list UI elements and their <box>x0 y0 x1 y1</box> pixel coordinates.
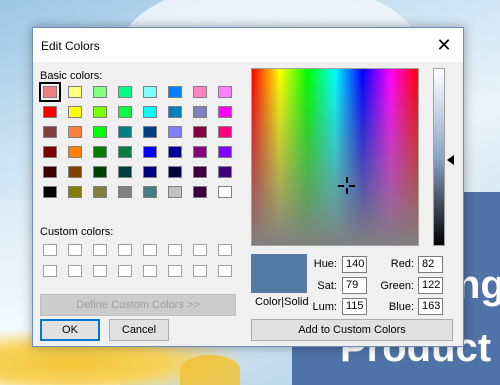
basic-color-swatch[interactable] <box>118 186 132 198</box>
basic-color-swatch[interactable] <box>68 166 82 178</box>
sat-field[interactable]: 79 <box>342 277 367 294</box>
basic-color-swatch[interactable] <box>118 106 132 118</box>
custom-color-swatch[interactable] <box>218 244 232 256</box>
red-label: Red: <box>390 258 414 270</box>
crosshair-icon[interactable] <box>338 177 355 194</box>
basic-color-swatch[interactable] <box>218 126 232 138</box>
green-label: Green: <box>380 280 414 292</box>
define-custom-colors-button[interactable]: Define Custom Colors >> <box>40 294 236 316</box>
basic-color-swatch[interactable] <box>118 86 132 98</box>
basic-color-swatch[interactable] <box>118 166 132 178</box>
sat-label: Sat: <box>317 280 337 292</box>
cancel-button[interactable]: Cancel <box>109 319 169 341</box>
basic-color-swatch[interactable] <box>68 186 82 198</box>
custom-color-swatch[interactable] <box>68 244 82 256</box>
basic-color-swatch[interactable] <box>218 186 232 198</box>
basic-color-swatch[interactable] <box>43 186 57 198</box>
basic-color-swatch[interactable] <box>168 106 182 118</box>
hue-label: Hue: <box>313 258 337 270</box>
lum-label: Lum: <box>312 301 337 313</box>
basic-color-swatch[interactable] <box>168 126 182 138</box>
basic-color-swatch[interactable] <box>143 186 157 198</box>
blue-label: Blue: <box>388 301 414 313</box>
basic-color-swatch[interactable] <box>43 146 57 158</box>
basic-color-swatch[interactable] <box>218 106 232 118</box>
basic-color-swatch[interactable] <box>93 126 107 138</box>
dialog-title: Edit Colors <box>41 39 100 53</box>
gold-leaf-decoration <box>180 355 240 385</box>
edit-colors-dialog: Edit Colors ✕ Basic colors: Custom color… <box>32 27 464 347</box>
color-spectrum-picker[interactable] <box>251 68 419 246</box>
basic-color-swatch[interactable] <box>93 186 107 198</box>
ok-button[interactable]: OK <box>40 319 100 341</box>
basic-color-swatch[interactable] <box>39 82 61 102</box>
basic-color-swatch[interactable] <box>93 166 107 178</box>
basic-color-swatch[interactable] <box>143 166 157 178</box>
basic-color-swatch[interactable] <box>218 86 232 98</box>
basic-color-swatch[interactable] <box>118 146 132 158</box>
basic-color-swatch[interactable] <box>193 186 207 198</box>
basic-color-swatch[interactable] <box>93 106 107 118</box>
basic-color-swatch[interactable] <box>93 146 107 158</box>
basic-color-swatch[interactable] <box>43 126 57 138</box>
basic-color-swatch[interactable] <box>193 86 207 98</box>
green-field[interactable]: 122 <box>418 277 443 294</box>
basic-color-swatch[interactable] <box>168 86 182 98</box>
basic-color-swatch[interactable] <box>168 146 182 158</box>
custom-color-swatch[interactable] <box>143 244 157 256</box>
custom-color-swatch[interactable] <box>118 244 132 256</box>
basic-color-swatch[interactable] <box>93 86 107 98</box>
basic-color-swatch[interactable] <box>43 166 57 178</box>
custom-color-swatch[interactable] <box>193 265 207 277</box>
custom-color-swatch[interactable] <box>143 265 157 277</box>
luminance-slider[interactable] <box>433 68 445 246</box>
add-to-custom-colors-button[interactable]: Add to Custom Colors <box>251 319 453 341</box>
basic-color-swatch[interactable] <box>143 106 157 118</box>
custom-color-swatch[interactable] <box>93 265 107 277</box>
basic-color-swatch[interactable] <box>168 166 182 178</box>
close-icon[interactable]: ✕ <box>428 32 460 58</box>
luminance-arrow-icon[interactable] <box>447 155 454 165</box>
hue-field[interactable]: 140 <box>342 256 367 273</box>
basic-color-swatch[interactable] <box>218 166 232 178</box>
custom-color-swatch[interactable] <box>193 244 207 256</box>
title-bar[interactable]: Edit Colors ✕ <box>33 28 463 62</box>
basic-color-swatch[interactable] <box>193 146 207 158</box>
basic-color-swatch[interactable] <box>193 166 207 178</box>
basic-color-swatch[interactable] <box>43 106 57 118</box>
custom-color-swatch[interactable] <box>218 265 232 277</box>
red-field[interactable]: 82 <box>418 256 443 273</box>
basic-color-swatch[interactable] <box>143 86 157 98</box>
custom-color-swatch[interactable] <box>43 244 57 256</box>
basic-colors-label: Basic colors: <box>40 70 103 82</box>
custom-color-swatch[interactable] <box>43 265 57 277</box>
lum-field[interactable]: 115 <box>342 298 367 315</box>
basic-color-swatch[interactable] <box>68 126 82 138</box>
blue-field[interactable]: 163 <box>418 298 443 315</box>
basic-color-swatch[interactable] <box>168 186 182 198</box>
custom-color-swatch[interactable] <box>118 265 132 277</box>
custom-color-swatch[interactable] <box>93 244 107 256</box>
basic-color-swatch[interactable] <box>68 146 82 158</box>
basic-color-swatch[interactable] <box>143 126 157 138</box>
basic-color-swatch[interactable] <box>218 146 232 158</box>
basic-color-swatch[interactable] <box>118 126 132 138</box>
basic-color-swatch[interactable] <box>68 106 82 118</box>
custom-color-swatch[interactable] <box>168 244 182 256</box>
custom-color-swatch[interactable] <box>68 265 82 277</box>
custom-colors-label: Custom colors: <box>40 226 114 238</box>
basic-color-swatch[interactable] <box>143 146 157 158</box>
basic-color-swatch[interactable] <box>68 86 82 98</box>
basic-color-swatch[interactable] <box>193 106 207 118</box>
custom-color-swatch[interactable] <box>168 265 182 277</box>
basic-color-swatch[interactable] <box>193 126 207 138</box>
